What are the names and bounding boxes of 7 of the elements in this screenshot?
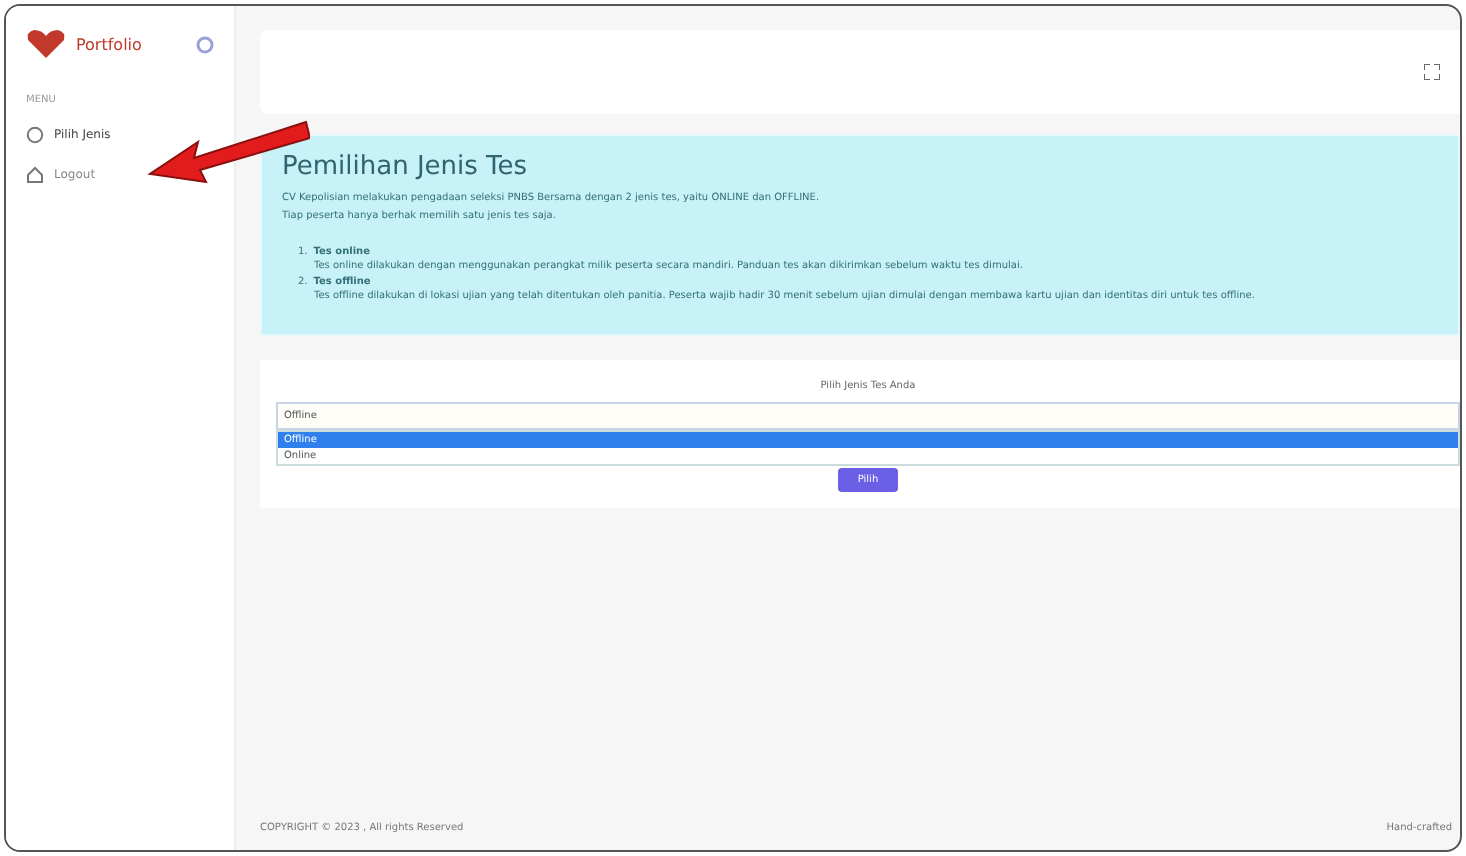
fullscreen-icon[interactable]: [1424, 64, 1440, 80]
toggle-icon[interactable]: [196, 35, 214, 53]
brand-name: Portfolio: [76, 35, 144, 53]
heart-logo-icon: [26, 30, 66, 58]
info-title: Pemilihan Jenis Tes: [282, 152, 530, 182]
circle-icon: [26, 126, 44, 144]
home-icon: [26, 166, 44, 184]
